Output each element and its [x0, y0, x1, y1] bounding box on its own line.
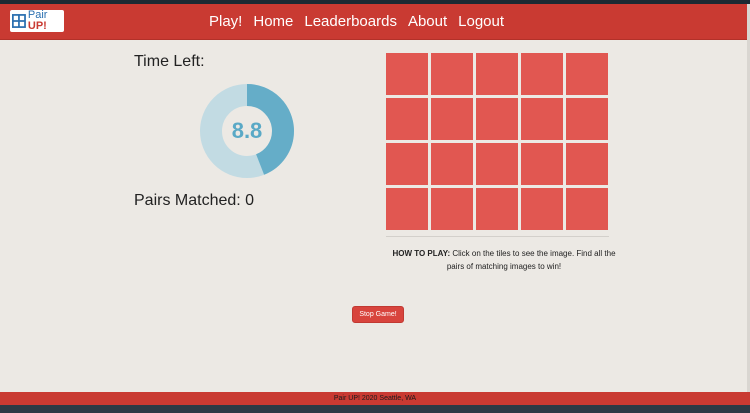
memory-tile[interactable] [476, 188, 518, 230]
memory-tile[interactable] [521, 98, 563, 140]
navbar: Pair UP! Play! Home Leaderboards About L… [0, 4, 750, 40]
memory-tile[interactable] [521, 53, 563, 95]
countdown-timer: 8.8 [199, 83, 295, 179]
nav-link-logout[interactable]: Logout [458, 13, 504, 30]
how-to-play-instructions: Click on the tiles to see the image. Fin… [446, 249, 616, 271]
how-to-play-text: HOW TO PLAY: Click on the tiles to see t… [384, 247, 624, 273]
memory-tile[interactable] [386, 53, 428, 95]
memory-tile[interactable] [521, 188, 563, 230]
stop-game-button[interactable]: Stop Game! [352, 306, 404, 323]
memory-tile[interactable] [476, 143, 518, 185]
logo[interactable]: Pair UP! [10, 10, 64, 32]
memory-tile[interactable] [386, 143, 428, 185]
nav-link-home[interactable]: Home [253, 13, 293, 30]
memory-tile[interactable] [431, 143, 473, 185]
logo-text-bold: UP! [27, 20, 47, 32]
memory-tile[interactable] [476, 98, 518, 140]
nav-link-about[interactable]: About [408, 13, 447, 30]
logo-text: Pair UP! [28, 10, 64, 32]
nav-links: Play! Home Leaderboards About Logout [209, 4, 504, 39]
logo-grid-icon [12, 14, 26, 28]
memory-tile[interactable] [566, 188, 608, 230]
nav-link-play[interactable]: Play! [209, 13, 242, 30]
taskbar-strip [0, 405, 750, 413]
memory-tile[interactable] [566, 98, 608, 140]
time-left-label: Time Left: [134, 53, 205, 70]
how-to-play-heading: HOW TO PLAY: [392, 249, 451, 258]
nav-link-leaderboards[interactable]: Leaderboards [304, 13, 397, 30]
memory-tile[interactable] [566, 53, 608, 95]
memory-tile[interactable] [431, 98, 473, 140]
memory-tile[interactable] [431, 53, 473, 95]
memory-tile[interactable] [476, 53, 518, 95]
memory-tile[interactable] [386, 98, 428, 140]
footer: Pair UP! 2020 Seattle, WA [0, 392, 750, 405]
game-board [386, 53, 609, 233]
memory-tile[interactable] [386, 188, 428, 230]
memory-tile[interactable] [566, 143, 608, 185]
timer-value: 8.8 [231, 118, 263, 143]
memory-tile[interactable] [431, 188, 473, 230]
footer-text: Pair UP! 2020 Seattle, WA [333, 395, 417, 402]
board-divider [386, 236, 609, 237]
pairs-matched-label: Pairs Matched: 0 [134, 192, 255, 209]
memory-tile[interactable] [521, 143, 563, 185]
